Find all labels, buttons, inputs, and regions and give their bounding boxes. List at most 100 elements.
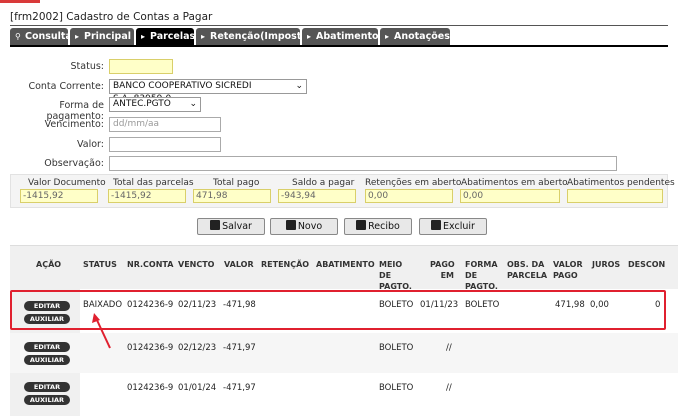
retencoes-aberto-value: 0,00 — [365, 189, 453, 203]
cell-vencto: 02/12/23 — [178, 343, 217, 353]
novo-button[interactable]: Novo — [270, 218, 338, 235]
header-line: OBS. DA — [507, 260, 545, 269]
observacao-field[interactable] — [109, 156, 617, 171]
top-red-mark — [0, 0, 40, 3]
cell-valor: -471,97 — [223, 383, 256, 393]
header-valor-pago: VALOR PAGO — [553, 259, 583, 281]
salvar-button[interactable]: Salvar — [197, 218, 265, 235]
novo-label: Novo — [297, 221, 323, 232]
abatimentos-pendentes-value — [567, 189, 663, 203]
cell-nr-conta: 0124236-9 — [127, 343, 174, 353]
valor-documento-value: -1415,92 — [20, 189, 98, 203]
chevron-down-icon: ⌄ — [189, 99, 197, 109]
tab-consulta[interactable]: ⚲ Consulta — [10, 28, 72, 45]
vencimento-field[interactable]: dd/mm/aa — [109, 117, 221, 132]
header-forma-pagto: FORMA DE PAGTO. — [465, 259, 498, 292]
save-icon — [210, 220, 221, 230]
header-line: FORMA — [465, 260, 498, 269]
tab-anotacoes[interactable]: ▸ Anotações — [380, 28, 450, 45]
header-meio-pagto: MEIO DE PAGTO. — [379, 259, 412, 292]
title-divider — [10, 25, 668, 26]
caret-right-icon: ▸ — [201, 32, 206, 41]
cell-valor: -471,97 — [223, 343, 256, 353]
abatimentos-aberto-label: Abatimentos em aberto — [461, 178, 568, 188]
vencimento-label: Vencimento: — [44, 119, 104, 130]
excluir-label: Excluir — [443, 221, 475, 232]
summary-panel: Valor Documento -1415,92 Total das parce… — [10, 174, 675, 208]
header-valor: VALOR — [224, 260, 254, 269]
cell-pago-em: // — [446, 343, 452, 353]
tab-parcelas-label: Parcelas — [150, 31, 196, 42]
excluir-button[interactable]: Excluir — [419, 218, 487, 235]
conta-corrente-label: Conta Corrente: — [28, 81, 104, 92]
top-strip — [0, 0, 678, 3]
header-line: PAGO — [553, 271, 578, 280]
retencoes-aberto-label: Retenções em aberto — [365, 178, 462, 188]
saldo-pagar-label: Saldo a pagar — [292, 178, 355, 188]
status-label: Status: — [70, 61, 104, 72]
trash-icon — [431, 220, 442, 230]
annotation-arrow-icon — [92, 313, 111, 349]
abatimentos-aberto-value: 0,00 — [460, 189, 560, 203]
printer-icon — [356, 220, 367, 230]
header-retencao: RETENÇÃO — [261, 260, 310, 269]
table-row: EDITAR AUXILIAR 0124236-9 01/01/24 -471,… — [10, 373, 678, 416]
total-parcelas-label: Total das parcelas — [113, 178, 194, 188]
tab-consulta-label: Consulta — [25, 31, 72, 42]
status-field[interactable] — [109, 59, 173, 74]
header-vencto: VENCTO — [178, 260, 215, 269]
caret-right-icon: ▸ — [75, 32, 80, 41]
cell-nr-conta: 0124236-9 — [127, 383, 174, 393]
tab-abatimento[interactable]: ▸ Abatimento — [302, 28, 379, 45]
editar-button[interactable]: EDITAR — [24, 382, 70, 392]
tab-anotacoes-label: Anotações — [394, 31, 450, 42]
cell-meio: BOLETO — [379, 383, 414, 393]
conta-corrente-select[interactable]: BANCO COOPERATIVO SICREDI S.A.-83959-0 ⌄ — [109, 79, 307, 104]
header-line: DE — [379, 271, 392, 280]
auxiliar-button[interactable]: AUXILIAR — [24, 355, 70, 365]
tab-abatimento-label: Abatimento — [316, 31, 379, 42]
abatimentos-pendentes-label: Abatimentos pendentes — [567, 178, 675, 188]
header-descon: DESCON — [628, 260, 666, 269]
total-pago-value: 471,98 — [193, 189, 271, 203]
tab-underline — [10, 45, 668, 47]
header-juros: JUROS — [592, 260, 621, 269]
valor-label: Valor: — [77, 139, 104, 150]
salvar-label: Salvar — [222, 221, 252, 232]
header-line: PARCELA — [507, 271, 548, 280]
header-line: DE — [465, 271, 478, 280]
auxiliar-button[interactable]: AUXILIAR — [24, 395, 70, 405]
tab-retencao[interactable]: ▸ Retenção(Impostos) — [196, 28, 318, 45]
header-abatimento: ABATIMENTO — [316, 260, 375, 269]
header-line: PAGO — [430, 260, 455, 269]
caret-right-icon: ▸ — [307, 32, 312, 41]
total-parcelas-value: -1415,92 — [108, 189, 186, 203]
total-pago-label: Total pago — [213, 178, 260, 188]
table-header: AÇÃO STATUS NR.CONTA VENCTO VALOR RETENÇ… — [10, 246, 678, 292]
saldo-pagar-value: -943,94 — [278, 189, 356, 203]
header-pago-em: PAGO EM — [430, 259, 455, 281]
valor-field[interactable] — [109, 137, 221, 152]
tab-principal-label: Principal — [84, 31, 132, 42]
cell-vencto: 01/01/24 — [178, 383, 217, 393]
window-title: [frm2002] Cadastro de Contas a Pagar — [10, 11, 213, 23]
forma-pagamento-value: ANTEC.PGTO — [113, 99, 171, 109]
recibo-button[interactable]: Recibo — [344, 218, 412, 235]
editar-button[interactable]: EDITAR — [24, 342, 70, 352]
tab-principal[interactable]: ▸ Principal — [70, 28, 134, 45]
cell-pago-em: // — [446, 383, 452, 393]
caret-right-icon: ▸ — [141, 32, 146, 41]
header-line: MEIO — [379, 260, 403, 269]
new-document-icon — [285, 220, 296, 230]
header-nr-conta: NR.CONTA — [127, 260, 174, 269]
cell-meio: BOLETO — [379, 343, 414, 353]
chevron-down-icon: ⌄ — [295, 81, 303, 91]
header-status: STATUS — [83, 260, 117, 269]
header-line: EM — [440, 271, 454, 280]
tab-parcelas[interactable]: ▸ Parcelas — [136, 28, 196, 45]
header-acao: AÇÃO — [36, 260, 62, 269]
caret-right-icon: ▸ — [385, 32, 390, 41]
valor-documento-label: Valor Documento — [28, 178, 106, 188]
forma-pagamento-select[interactable]: ANTEC.PGTO ⌄ — [109, 97, 201, 112]
recibo-label: Recibo — [368, 221, 400, 232]
